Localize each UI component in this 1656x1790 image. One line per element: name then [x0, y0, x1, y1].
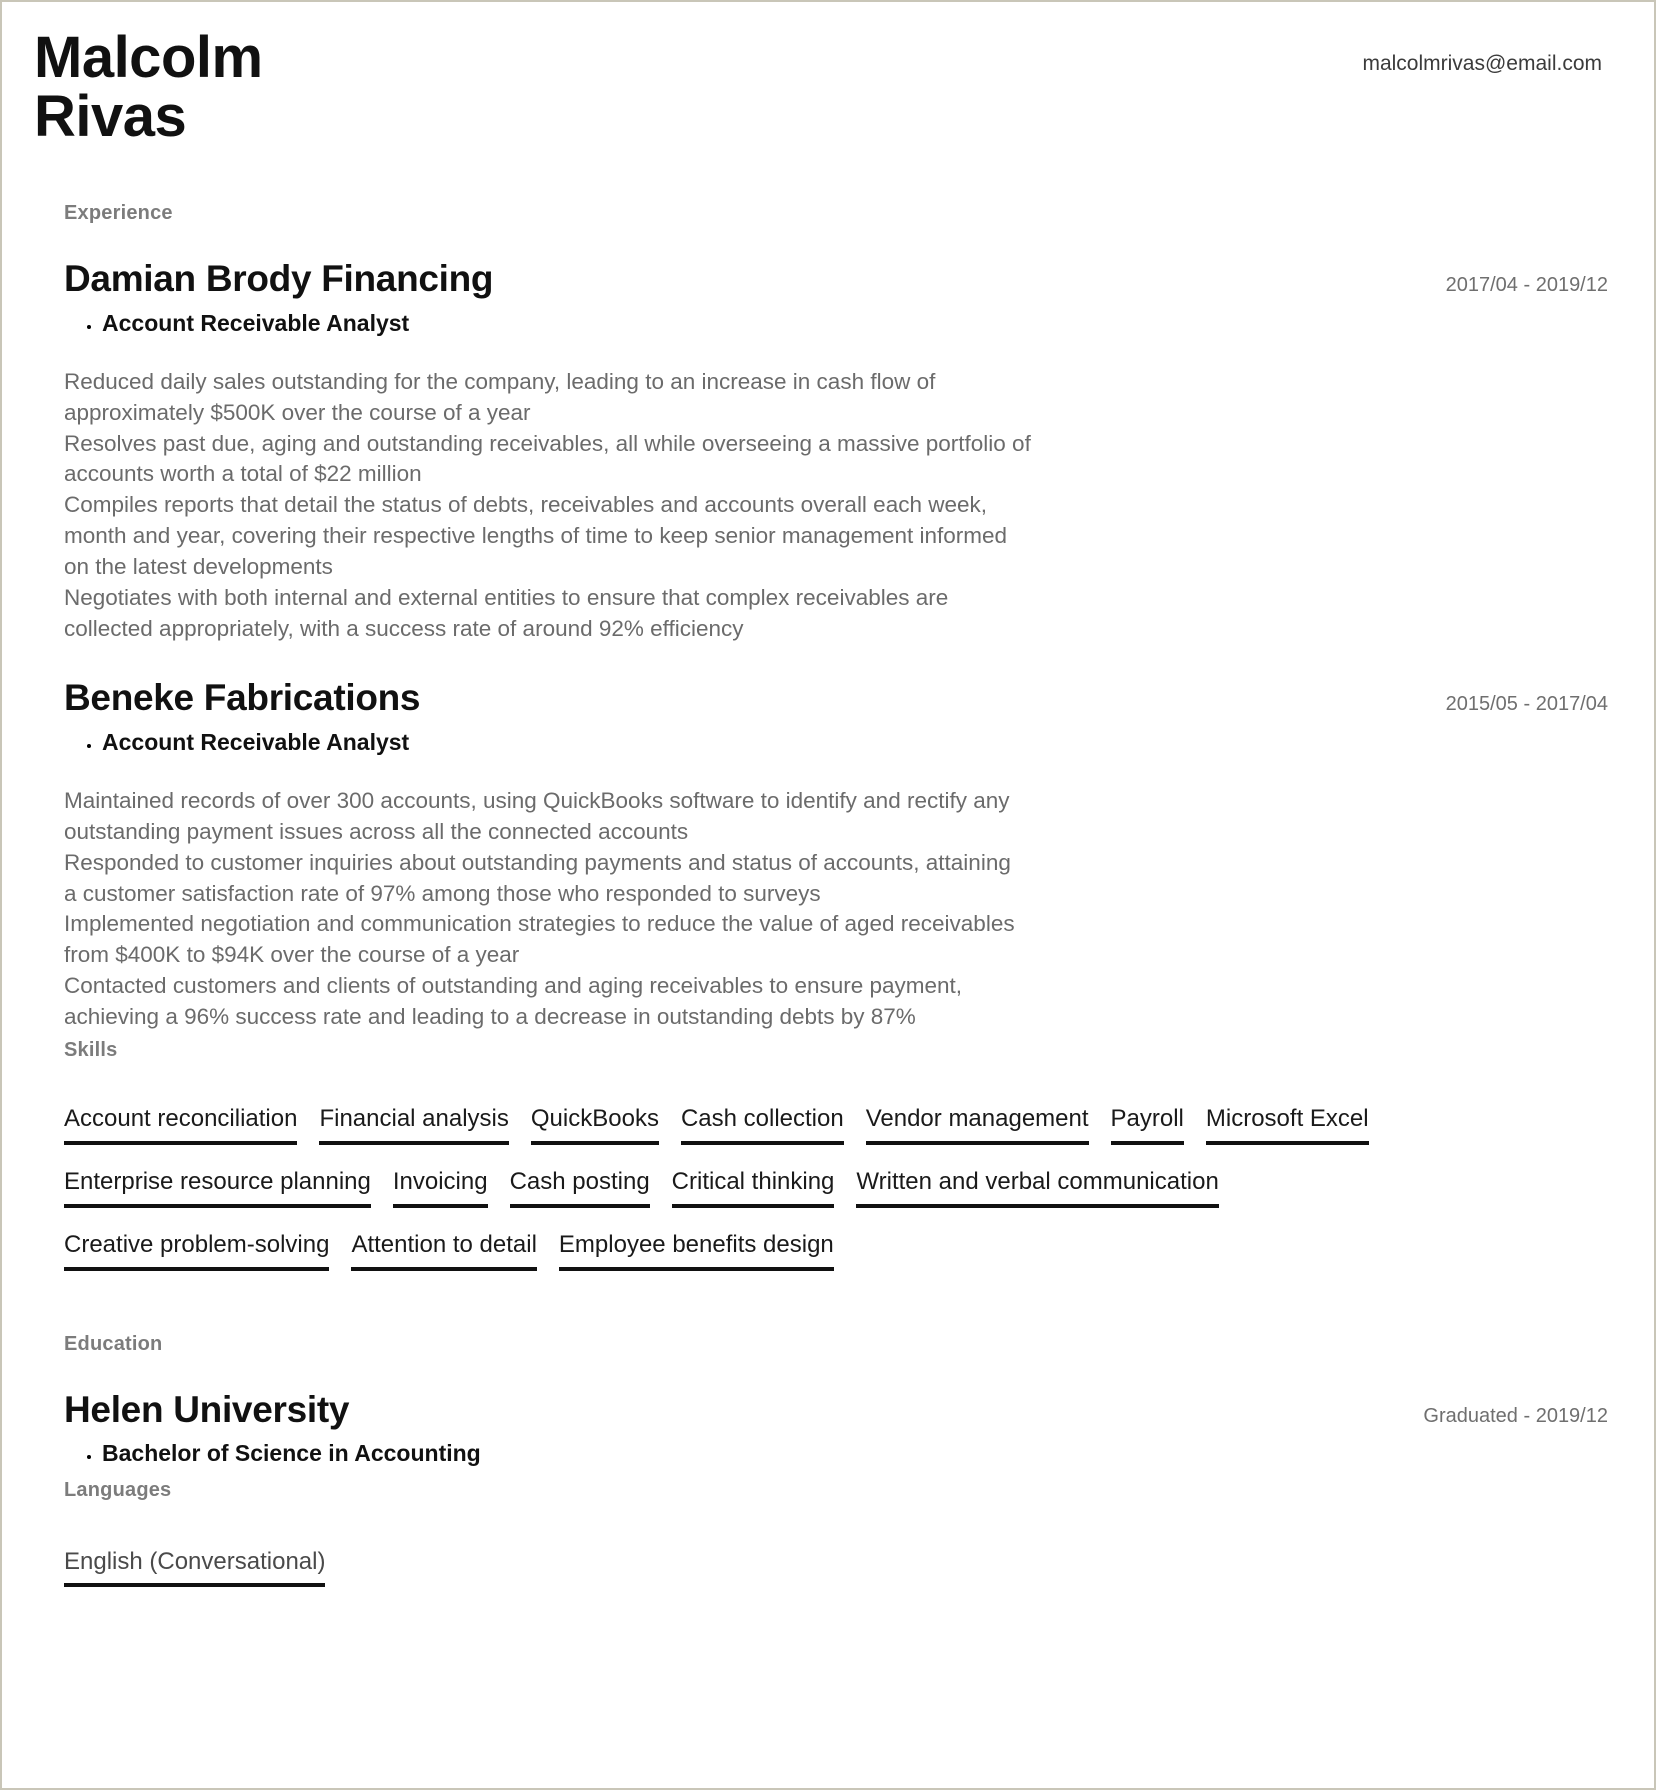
description-line: approximately $500K over the course of a… [64, 399, 531, 425]
skill-tag[interactable]: Critical thinking [671, 1167, 835, 1208]
description-line: Responded to customer inquiries about ou… [64, 849, 1011, 875]
skill-tag[interactable]: Enterprise resource planning [64, 1167, 371, 1208]
description-line: accounts worth a total of $22 million [64, 461, 422, 487]
experience-role-title: Account Receivable Analyst [102, 310, 410, 336]
description-line: Reduced daily sales outstanding for the … [64, 369, 936, 395]
experience-section-label: Experience [64, 202, 173, 225]
description-line: achieving a 96% success rate and leading… [64, 1003, 916, 1029]
education-degree-list: Bachelor of Science in Accounting [64, 1438, 1624, 1469]
description-line: Contacted customers and clients of outst… [64, 972, 963, 998]
description-line: Negotiates with both internal and extern… [64, 584, 949, 610]
experience-entry-header: Beneke Fabrications 2015/05 - 2017/04 [64, 678, 1624, 719]
list-item: Account Receivable Analyst [102, 727, 1624, 758]
resume-page: Malcolm Rivas malcolmrivas@email.com Exp… [0, 0, 1656, 1790]
languages-tag-list: English (Conversational) [64, 1548, 1624, 1588]
skill-tag[interactable]: Vendor management [865, 1104, 1089, 1145]
skill-tag[interactable]: Account reconciliation [64, 1104, 298, 1145]
language-tag[interactable]: English (Conversational) [64, 1548, 326, 1588]
languages-section: Languages English (Conversational) [32, 1479, 1624, 1588]
description-line: Resolves past due, aging and outstanding… [64, 430, 1031, 456]
experience-description: Maintained records of over 300 accounts,… [64, 786, 1064, 1033]
experience-entry: Damian Brody Financing 2017/04 - 2019/12… [64, 259, 1624, 644]
experience-date-range: 2017/04 - 2019/12 [1445, 274, 1608, 297]
description-line: month and year, covering their respectiv… [64, 523, 1008, 549]
languages-section-label: Languages [64, 1479, 172, 1502]
experience-entry: Beneke Fabrications 2015/05 - 2017/04 Ac… [64, 678, 1624, 1032]
education-entry: Helen University Graduated - 2019/12 Bac… [64, 1388, 1624, 1470]
resume-header: Malcolm Rivas malcolmrivas@email.com [32, 28, 1624, 146]
experience-date-range: 2015/05 - 2017/04 [1445, 693, 1608, 716]
description-line: a customer satisfaction rate of 97% amon… [64, 880, 821, 906]
description-line: from $400K to $94K over the course of a … [64, 942, 520, 968]
skill-tag[interactable]: Cash collection [680, 1104, 844, 1145]
list-item: Bachelor of Science in Accounting [102, 1438, 1624, 1469]
description-line: outstanding payment issues across all th… [64, 818, 689, 844]
skills-section-label: Skills [64, 1038, 118, 1061]
skill-tag[interactable]: Microsoft Excel [1205, 1104, 1369, 1145]
skill-tag[interactable]: QuickBooks [530, 1104, 659, 1145]
skill-tag[interactable]: Financial analysis [319, 1104, 509, 1145]
skill-tag[interactable]: Written and verbal communication [856, 1167, 1219, 1208]
description-line: Maintained records of over 300 accounts,… [64, 788, 1010, 814]
list-item: Account Receivable Analyst [102, 308, 1624, 339]
skill-tag[interactable]: Employee benefits design [558, 1230, 834, 1271]
skill-tag[interactable]: Cash posting [509, 1167, 650, 1208]
experience-organization: Beneke Fabrications [64, 677, 421, 719]
description-line: collected appropriately, with a success … [64, 615, 744, 641]
skill-tag[interactable]: Creative problem-solving [64, 1230, 330, 1271]
experience-role-list: Account Receivable Analyst [64, 308, 1624, 339]
experience-organization: Damian Brody Financing [64, 258, 494, 300]
education-degree: Bachelor of Science in Accounting [102, 1440, 481, 1467]
skills-tag-list: Account reconciliation Financial analysi… [64, 1104, 1434, 1271]
experience-description: Reduced daily sales outstanding for the … [64, 367, 1064, 644]
education-section-label: Education [64, 1332, 163, 1355]
experience-section: Experience Damian Brody Financing 2017/0… [32, 202, 1624, 1032]
description-line: Implemented negotiation and communicatio… [64, 911, 1015, 937]
experience-role-list: Account Receivable Analyst [64, 727, 1624, 758]
skill-tag[interactable]: Invoicing [392, 1167, 488, 1208]
education-institution: Helen University [64, 1388, 350, 1430]
education-section: Education Helen University Graduated - 2… [32, 1333, 1624, 1470]
candidate-email[interactable]: malcolmrivas@email.com [1362, 28, 1624, 76]
skill-tag[interactable]: Attention to detail [351, 1230, 537, 1271]
description-line: on the latest developments [64, 553, 333, 579]
description-line: Compiles reports that detail the status … [64, 492, 988, 518]
experience-role-title: Account Receivable Analyst [102, 729, 410, 756]
experience-entry-header: Damian Brody Financing 2017/04 - 2019/12 [64, 259, 1624, 300]
education-date: Graduated - 2019/12 [1423, 1404, 1608, 1427]
candidate-name: Malcolm Rivas [34, 25, 263, 150]
skills-section: Skills Account reconciliation Financial … [32, 1039, 1624, 1271]
skill-tag[interactable]: Payroll [1110, 1104, 1184, 1145]
education-entry-header: Helen University Graduated - 2019/12 [64, 1388, 1624, 1431]
